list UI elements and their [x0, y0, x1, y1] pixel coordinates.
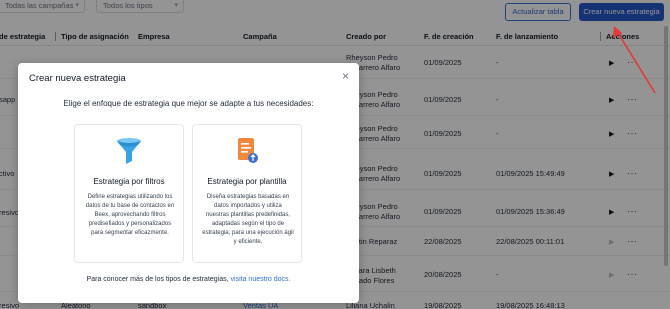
funnel-icon	[75, 137, 183, 165]
footer-note: Para conocer más de los tipos de estrate…	[18, 276, 359, 283]
card-title: Estrategia por filtros	[93, 177, 165, 186]
filter-strategy-card[interactable]: Estrategia por filtros Define estrategia…	[74, 124, 184, 263]
close-icon[interactable]: ×	[342, 69, 349, 83]
footer-text: Para conocer más de los tipos de estrate…	[86, 276, 229, 283]
docs-link[interactable]: visita nuestro docs.	[231, 276, 291, 283]
create-strategy-modal: Crear nueva estrategia × Elige el enfoqu…	[18, 63, 359, 303]
card-title: Estrategia por plantilla	[207, 177, 287, 186]
template-document-icon	[193, 137, 301, 165]
modal-subtitle: Elige el enfoque de estrategia que mejor…	[63, 99, 314, 108]
card-description: Define estrategias utilizando los datos …	[85, 194, 175, 236]
card-description: Diseña estrategias basadas en datos impo…	[202, 194, 294, 245]
modal-title: Crear nueva estrategia	[29, 73, 126, 84]
template-strategy-card[interactable]: Estrategia por plantilla Diseña estrateg…	[192, 124, 302, 263]
